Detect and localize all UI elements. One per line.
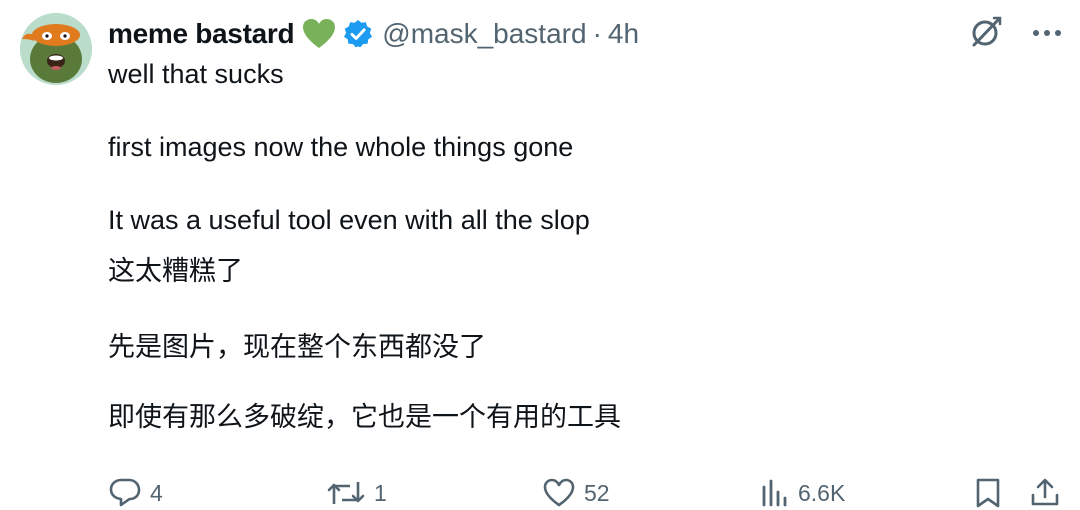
post-line: 这太糟糕了	[108, 256, 243, 286]
like-button[interactable]: 52	[542, 475, 610, 510]
share-button[interactable]	[1030, 475, 1060, 510]
repost-button[interactable]: 1	[326, 475, 387, 510]
repost-count: 1	[374, 479, 387, 506]
more-icon[interactable]	[1032, 25, 1062, 43]
display-name[interactable]: meme bastard	[108, 18, 295, 50]
bookmark-icon	[976, 478, 1000, 508]
post-time[interactable]: 4h	[608, 18, 639, 50]
views-button[interactable]: 6.6K	[760, 475, 845, 510]
bookmark-button[interactable]	[974, 475, 1002, 510]
post-action-bar: 4 1 52 6.6K	[108, 475, 1060, 510]
reply-count: 4	[150, 479, 163, 506]
views-count: 6.6K	[798, 479, 846, 506]
share-icon	[1031, 478, 1059, 506]
post-line: first images now the whole things gone	[108, 132, 574, 162]
post-top-actions	[968, 14, 1062, 54]
post-line: well that sucks	[108, 59, 284, 89]
repost-icon	[327, 482, 365, 504]
user-handle[interactable]: @mask_bastard	[382, 18, 586, 50]
like-count: 52	[584, 479, 610, 506]
green-heart-icon	[302, 18, 336, 50]
reply-icon	[109, 478, 141, 507]
post-line: 先是图片，现在整个东西都没了	[108, 332, 486, 362]
post-header: meme bastard @mask_bastard · 4h	[108, 14, 639, 54]
heart-icon	[543, 478, 575, 507]
post-text: well that sucks first images now the who…	[108, 54, 1048, 437]
views-icon	[762, 479, 787, 507]
post-line: 即使有那么多破绽，它也是一个有用的工具	[108, 402, 621, 432]
avatar[interactable]	[20, 13, 92, 85]
verified-badge-icon[interactable]	[342, 18, 374, 50]
separator-dot: ·	[592, 18, 602, 49]
post-line: It was a useful tool even with all the s…	[108, 205, 590, 235]
reply-button[interactable]: 4	[108, 475, 163, 510]
turtle-mask-avatar	[20, 13, 92, 85]
grok-icon[interactable]	[968, 14, 1004, 55]
